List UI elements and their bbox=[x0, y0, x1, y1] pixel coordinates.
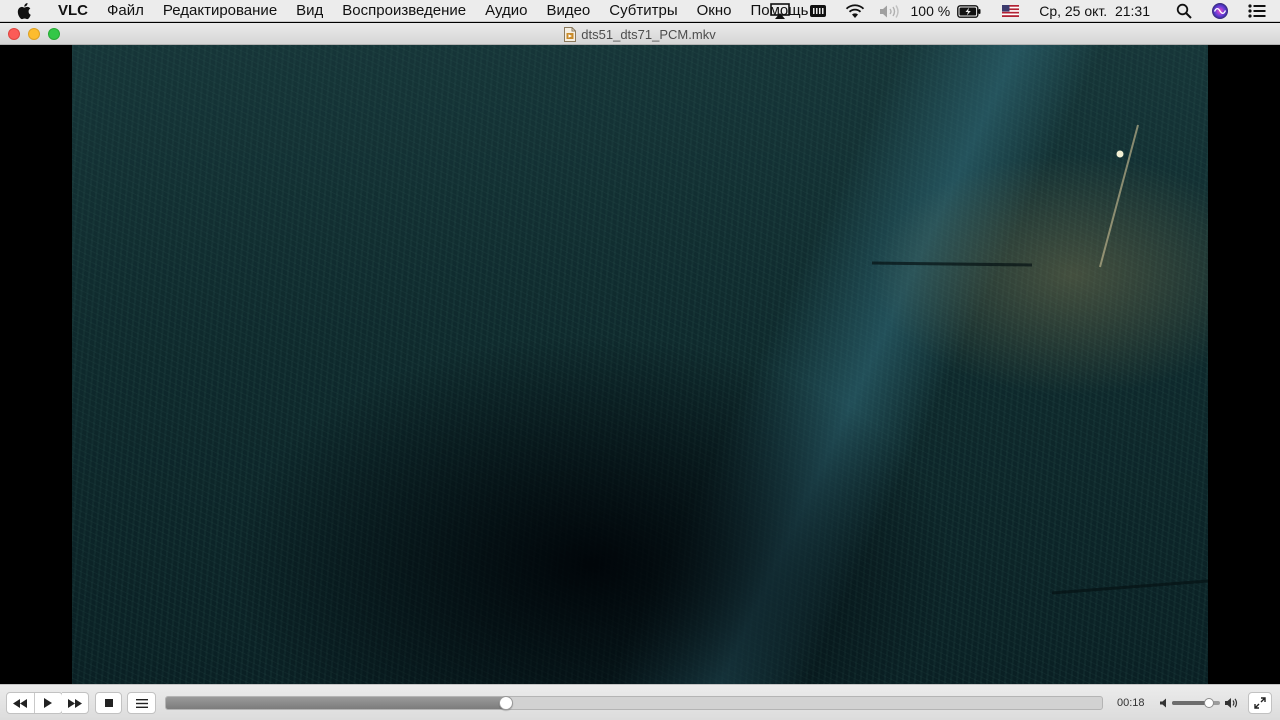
fast-forward-icon bbox=[68, 698, 82, 708]
menu-file[interactable]: Файл bbox=[98, 2, 154, 19]
volume-low-icon[interactable] bbox=[1160, 698, 1170, 708]
notification-center-icon[interactable] bbox=[1248, 4, 1266, 18]
menu-video[interactable]: Видео bbox=[537, 2, 600, 19]
fast-forward-button[interactable] bbox=[62, 692, 89, 714]
video-frame[interactable] bbox=[72, 45, 1208, 684]
airplay-icon[interactable] bbox=[769, 3, 790, 19]
window-titlebar[interactable]: dts51_dts71_PCM.mkv bbox=[0, 23, 1280, 45]
document-proxy-icon[interactable] bbox=[564, 26, 577, 42]
siri-icon[interactable] bbox=[1211, 2, 1229, 20]
battery-percentage: 100 % bbox=[910, 3, 951, 19]
battery-icon[interactable] bbox=[957, 4, 981, 18]
wifi-icon[interactable] bbox=[845, 3, 865, 19]
window-title: dts51_dts71_PCM.mkv bbox=[581, 26, 716, 42]
menu-playback[interactable]: Воспроизведение bbox=[333, 2, 476, 19]
rewind-icon bbox=[13, 698, 28, 708]
seek-bar[interactable] bbox=[165, 696, 1103, 710]
stop-icon bbox=[104, 699, 113, 707]
skip-button-group bbox=[6, 692, 63, 714]
volume-high-icon[interactable] bbox=[1225, 697, 1238, 709]
flag-us-icon[interactable] bbox=[1002, 5, 1020, 17]
menu-window[interactable]: Окно bbox=[687, 2, 741, 19]
menu-subtitles[interactable]: Субтитры bbox=[600, 2, 687, 19]
rewind-button[interactable] bbox=[7, 693, 35, 713]
search-icon[interactable] bbox=[1176, 3, 1192, 19]
apple-icon[interactable] bbox=[17, 2, 39, 20]
fullscreen-button[interactable] bbox=[1248, 692, 1272, 714]
playback-controller: 00:18 bbox=[0, 684, 1280, 720]
menu-edit[interactable]: Редактирование bbox=[153, 2, 286, 19]
volume-icon[interactable] bbox=[878, 4, 900, 19]
play-icon bbox=[44, 698, 53, 708]
menu-audio[interactable]: Аудио bbox=[476, 2, 537, 19]
elapsed-time[interactable]: 00:18 bbox=[1117, 697, 1145, 709]
playlist-button[interactable] bbox=[127, 692, 156, 714]
menu-view[interactable]: Вид bbox=[287, 2, 333, 19]
video-area[interactable] bbox=[0, 45, 1280, 684]
playlist-icon bbox=[135, 698, 148, 708]
volume-slider-knob[interactable] bbox=[1204, 698, 1215, 708]
menubar-clock[interactable]: Ср, 25 окт. 21:31 bbox=[1039, 3, 1150, 19]
fullscreen-icon bbox=[1254, 697, 1266, 709]
video-scene bbox=[871, 124, 1208, 595]
seek-bar-played bbox=[166, 697, 507, 709]
menu-app-vlc[interactable]: VLC bbox=[54, 2, 98, 19]
memory-icon[interactable] bbox=[809, 3, 827, 19]
menu-bar: VLC Файл Редактирование Вид Воспроизведе… bbox=[0, 0, 1280, 22]
stop-button[interactable] bbox=[95, 692, 122, 714]
play-button[interactable] bbox=[35, 693, 62, 713]
